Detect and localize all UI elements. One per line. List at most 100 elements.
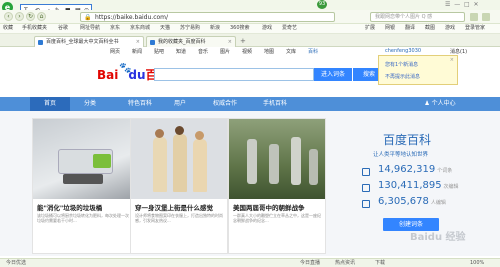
fav-item[interactable]: 苏宁易购 (180, 24, 200, 33)
card-title: 能"消化"垃圾的垃圾桶 (37, 204, 103, 212)
fav-item-right[interactable]: 扩展 (365, 24, 375, 33)
new-tab-icon[interactable]: + (240, 37, 246, 45)
card-title: 美国两届哥中的朝鲜战争 (233, 204, 305, 212)
top-link[interactable]: 地图 (264, 48, 274, 55)
browser-search-input[interactable]: 我跟网恋带个人图片 Q 感 (370, 12, 465, 22)
fav-item[interactable]: 360搜索 (230, 24, 250, 33)
status-left[interactable]: 今日优选 (6, 259, 26, 267)
top-link[interactable]: 图片 (220, 48, 230, 55)
user-icon: ♟ (424, 100, 430, 107)
fav-item[interactable]: 谷歌 (58, 24, 68, 33)
message-link[interactable]: 消息(1) (450, 48, 467, 55)
stat-entries: 14,962,319 个词条 (378, 164, 452, 175)
tab-label: 我的收藏夹_百度百科 (158, 39, 206, 45)
entries-icon (362, 168, 370, 176)
badge-count[interactable]: 93 (317, 0, 327, 9)
close-tab-icon[interactable]: × (136, 37, 140, 47)
popup-dismiss-link[interactable]: 不再提示此消息 (385, 73, 420, 80)
stat-unit: 个词条 (437, 168, 453, 174)
browser-status-bar: 今日优选 今日直播 热点资讯 下载 100% (0, 258, 500, 267)
fav-item-right[interactable]: 登录管家 (465, 24, 485, 33)
card-title: 穿一身汉堡上街是什么感觉 (135, 204, 213, 212)
message-popup: 您有1个新消息 不再提示此消息 × (378, 55, 458, 85)
back-icon[interactable]: ‹ (4, 12, 13, 21)
nav-mobile[interactable]: 手机百科 (250, 97, 300, 111)
feature-card[interactable]: 美国两届哥中的朝鲜战争 一群真人大小的雕塑伫立在草丛之中，这是一座纪念朝鲜战争的… (228, 118, 326, 254)
nav-home[interactable]: 首页 (30, 97, 70, 111)
card-image (229, 119, 325, 199)
window-controls[interactable]: ☰ — □ ✕ (445, 1, 479, 8)
lock-icon: 🔒 (84, 14, 92, 21)
stat-value: 14,962,319 (378, 164, 436, 175)
card-image (131, 119, 227, 199)
tab-label: 百度百科_全球最大中文百科全书 (46, 39, 119, 45)
refresh-icon[interactable]: ↻ (26, 12, 35, 21)
card-image (33, 119, 136, 199)
fav-item[interactable]: 天猫 (160, 24, 170, 33)
edits-icon (362, 184, 370, 192)
popup-message-link[interactable]: 您有1个新消息 (385, 61, 418, 68)
baike-search-input[interactable] (154, 68, 314, 81)
baidu-tab-icon (150, 40, 155, 45)
fav-item[interactable]: 爱奇艺 (282, 24, 297, 33)
top-link[interactable]: 视频 (242, 48, 252, 55)
top-link-active[interactable]: 百科 (308, 48, 318, 55)
tab-favorites[interactable]: 我的收藏夹_百度百科 × (146, 36, 236, 47)
enter-entry-button[interactable]: 进入词条 (314, 68, 352, 81)
top-link[interactable]: 文库 (286, 48, 296, 55)
status-item[interactable]: 下载 (375, 259, 385, 267)
tab-baike-home[interactable]: 百度百科_全球最大中文百科全书 × (34, 36, 144, 47)
paw-icon: 🐾 (119, 63, 132, 74)
menu-icon[interactable] (482, 13, 490, 21)
stat-editors: 6,305,678 人编辑 (378, 196, 446, 207)
fav-item-right[interactable]: 截图 (425, 24, 435, 33)
stat-unit: 人编辑 (430, 200, 446, 206)
stat-value: 130,411,895 (378, 180, 442, 191)
fav-item[interactable]: 收藏 (3, 24, 13, 33)
card-text: 该垃圾桶可以将厨余垃圾转化为肥料，每次处理一次垃圾约需要若干小时... (37, 213, 129, 223)
fav-item[interactable]: 京东 (110, 24, 120, 33)
top-link[interactable]: 新闻 (132, 48, 142, 55)
url-field[interactable]: 🔒 https://baike.baidu.com/ (80, 12, 335, 22)
fav-item[interactable]: 游戏 (262, 24, 272, 33)
top-link[interactable]: 音乐 (198, 48, 208, 55)
favorites-bar: 收藏 手机收藏夹 谷歌 网址导航 京东 京东商城 天猫 苏宁易购 新浪 360搜… (0, 24, 500, 34)
top-link[interactable]: 网页 (110, 48, 120, 55)
nav-featured[interactable]: 特色百科 (115, 97, 165, 111)
fav-item[interactable]: 新浪 (210, 24, 220, 33)
status-item[interactable]: 今日直播 (300, 259, 320, 267)
card-text: 一群真人大小的雕塑伫立在草丛之中，这是一座纪念朝鲜战争的纪念... (233, 213, 321, 223)
feature-card[interactable]: 能"消化"垃圾的垃圾桶 该垃圾桶可以将厨余垃圾转化为肥料，每次处理一次垃圾约需要… (32, 118, 137, 254)
stat-unit: 次编辑 (443, 184, 459, 190)
personal-center-label: 个人中心 (431, 100, 456, 107)
fav-item-right[interactable]: 翻译 (405, 24, 415, 33)
top-link[interactable]: 知道 (176, 48, 186, 55)
fav-item[interactable]: 手机收藏夹 (22, 24, 47, 33)
home-icon[interactable]: ⌂ (37, 12, 46, 21)
baidu-jingyan-watermark: Baidu 经验 (410, 232, 466, 243)
baike-slogan: 让人类平等地认知世界 (373, 152, 429, 158)
nav-users[interactable]: 用户 (160, 97, 200, 111)
nav-partners[interactable]: 权威合作 (200, 97, 250, 111)
fav-item[interactable]: 京东商城 (130, 24, 150, 33)
feature-card[interactable]: 穿一身汉堡上街是什么感觉 设计师将食物图案印在衣服上，打造出独特的时尚感，引发网… (130, 118, 228, 254)
status-item[interactable]: 热点资讯 (335, 259, 355, 267)
card-text: 设计师将食物图案印在衣服上，打造出独特的时尚感，引发网友热议... (135, 213, 223, 223)
zoom-level[interactable]: 100% (470, 259, 484, 267)
fav-item[interactable]: 网址导航 (80, 24, 100, 33)
search-icon[interactable] (470, 13, 478, 21)
url-text: https://baike.baidu.com/ (95, 14, 169, 21)
fav-item-right[interactable]: 网银 (385, 24, 395, 33)
forward-icon[interactable]: › (15, 12, 24, 21)
close-icon[interactable]: × (450, 57, 454, 63)
fav-item-right[interactable]: 游戏 (445, 24, 455, 33)
close-tab-icon[interactable]: × (228, 37, 232, 47)
top-link[interactable]: 贴吧 (154, 48, 164, 55)
personal-center-link[interactable]: ♟ 个人中心 (410, 97, 470, 111)
user-name[interactable]: chenfeng3030 (385, 48, 421, 54)
search-placeholder: 我跟网恋带个人图片 Q 感 (375, 14, 433, 20)
nav-category[interactable]: 分类 (70, 97, 110, 111)
editors-icon (362, 200, 370, 208)
address-bar-row: ‹ › ↻ ⌂ 🔒 https://baike.baidu.com/ 我跟网恋带… (0, 10, 500, 24)
baidu-tab-icon (38, 40, 43, 45)
